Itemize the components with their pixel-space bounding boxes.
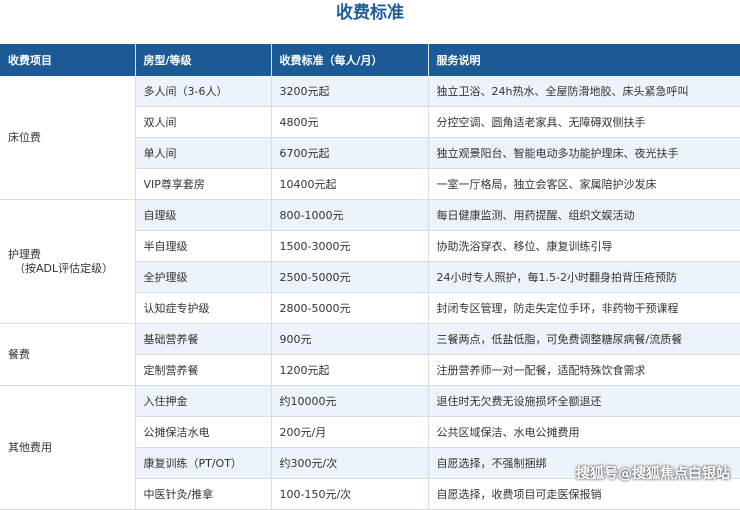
description-cell: 每日健康监测、用药提醒、组织文娱活动 [428,199,740,231]
level-cell: 双人间 [135,106,272,138]
price-cell: 10400元起 [271,168,429,200]
description-cell: 三餐两点，低盐低脂，可免费调整糖尿病餐/流质餐 [428,323,740,355]
column-header-price: 收费标准（每人/月） [271,44,429,76]
category-sublabel: （按ADL评估定级） [14,261,114,275]
table-header-row: 收费项目 房型/等级 收费标准（每人/月） 服务说明 [0,44,740,76]
description-cell: 自愿选择，收费项目可走医保报销 [428,478,740,510]
category-cell: 其他费用 [0,385,136,510]
level-cell: 半自理级 [135,230,272,262]
level-cell: 自理级 [135,199,272,231]
page-title: 收费标准 [336,3,404,23]
watermark: 搜狐号@搜狐焦点白银站 [576,466,730,482]
description-cell: 注册营养师一对一配餐，适配特殊饮食需求 [428,354,740,386]
table-row: 餐费 基础营养餐 900元 三餐两点，低盐低脂，可免费调整糖尿病餐/流质餐 [0,323,740,386]
level-cell: VIP尊享套房 [135,168,272,200]
price-cell: 100-150元/次 [271,478,429,510]
description-cell: 独立卫浴、24h热水、全屋防滑地胶、床头紧急呼叫 [428,76,740,107]
level-cell: 中医针灸/推拿 [135,478,272,510]
level-cell: 多人间（3-6人） [135,76,272,107]
price-cell: 2500-5000元 [271,261,429,293]
price-cell: 约300元/次 [271,447,429,479]
level-cell: 入住押金 [135,385,272,417]
level-cell: 单人间 [135,137,272,169]
table-row: 护理费 （按ADL评估定级） 自理级 800-1000元 每日健康监测、用药提醒、组织文… [0,199,740,324]
table-row: 床位费 多人间（3-6人） 3200元起 独立卫浴、24h热水、全屋防滑地胶、床头紧急… [0,76,740,200]
category-label: 其他费用 [8,440,52,454]
price-cell: 2800-5000元 [271,292,429,324]
category-label: 护理费 [8,247,41,261]
price-cell: 800-1000元 [271,199,429,231]
price-cell: 3200元起 [271,76,429,107]
level-cell: 定制营养餐 [135,354,272,386]
level-cell: 基础营养餐 [135,323,272,355]
category-label: 餐费 [8,347,30,361]
level-cell: 康复训练（PT/OT） [135,447,272,479]
table-body: 床位费 多人间（3-6人） 3200元起 独立卫浴、24h热水、全屋防滑地胶、床头紧急… [0,76,740,510]
description-cell: 退住时无欠费无设施损坏全额退还 [428,385,740,417]
category-label: 床位费 [8,130,41,144]
description-cell: 一室一厅格局，独立会客区、家属陪护沙发床 [428,168,740,200]
category-cell: 床位费 [0,76,136,200]
level-cell: 认知症专护级 [135,292,272,324]
description-cell: 封闭专区管理，防走失定位手环，非药物干预课程 [428,292,740,324]
level-cell: 公摊保洁水电 [135,416,272,448]
table-row: 其他费用 入住押金 约10000元 退住时无欠费无设施损坏全额退还 [0,385,740,510]
category-cell: 餐费 [0,323,136,386]
price-cell: 1500-3000元 [271,230,429,262]
price-cell: 900元 [271,323,429,355]
price-cell: 6700元起 [271,137,429,169]
price-cell: 4800元 [271,106,429,138]
description-cell: 24小时专人照护，每1.5-2小时翻身拍背压疮预防 [428,261,740,293]
column-header-description: 服务说明 [428,44,740,76]
description-cell: 公共区域保洁、水电公摊费用 [428,416,740,448]
description-cell: 分控空调、圆角适老家具、无障碍双侧扶手 [428,106,740,138]
description-cell: 协助洗浴穿衣、移位、康复训练引导 [428,230,740,262]
price-cell: 1200元起 [271,354,429,386]
column-header-item: 收费项目 [0,44,136,76]
column-header-level: 房型/等级 [135,44,272,76]
description-cell: 独立观景阳台、智能电动多功能护理床、夜光扶手 [428,137,740,169]
fee-table: 收费项目 房型/等级 收费标准（每人/月） 服务说明 床位费 多人间（3-6人） 3… [0,44,740,510]
price-cell: 约10000元 [271,385,429,417]
level-cell: 全护理级 [135,261,272,293]
price-cell: 200元/月 [271,416,429,448]
category-cell: 护理费 （按ADL评估定级） [0,199,136,324]
